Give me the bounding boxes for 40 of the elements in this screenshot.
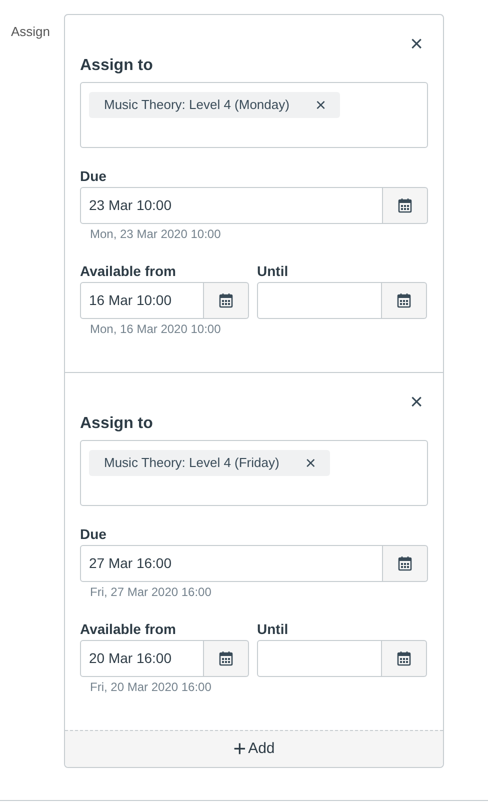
calendar-button[interactable] <box>382 282 427 319</box>
date-input[interactable]: 16 Mar 10:00 <box>80 282 204 319</box>
field-label: Available from <box>80 262 176 280</box>
section-title: Assign to <box>80 414 153 434</box>
field-label: Due <box>80 166 106 186</box>
recipient-tag: Music Theory: Level 4 (Monday) × <box>89 92 340 118</box>
remove-button[interactable]: × <box>305 454 316 472</box>
date-input[interactable]: 20 Mar 16:00 <box>80 640 204 677</box>
calendar-button[interactable] <box>383 187 428 224</box>
date-input[interactable] <box>257 640 382 677</box>
close-button[interactable]: × <box>410 33 423 53</box>
calendar-icon <box>397 293 411 308</box>
calendar-button[interactable] <box>204 640 249 677</box>
date-hint: Mon, 23 Mar 2020 10:00 <box>90 226 221 243</box>
date-hint: Mon, 16 Mar 2020 10:00 <box>90 321 221 338</box>
date-input[interactable]: 27 Mar 16:00 <box>80 545 383 582</box>
field-label: Until <box>257 620 288 638</box>
calendar-button[interactable] <box>382 640 427 677</box>
date-hint: Fri, 20 Mar 2020 16:00 <box>90 679 212 696</box>
recipient-field[interactable]: Music Theory: Level 4 (Monday) × <box>80 82 428 148</box>
calendar-icon <box>398 198 412 213</box>
field-label: Assign <box>11 24 50 39</box>
calendar-button[interactable] <box>204 282 249 319</box>
calendar-button[interactable] <box>383 545 428 582</box>
date-input[interactable] <box>257 282 382 319</box>
section-title: Assign to <box>80 56 153 76</box>
field-label: Until <box>257 262 288 280</box>
add-button[interactable]: +Add <box>65 730 443 767</box>
calendar-icon <box>397 651 411 666</box>
close-button[interactable]: × <box>410 391 423 411</box>
remove-button[interactable]: × <box>315 96 326 114</box>
recipient-tag: Music Theory: Level 4 (Friday) × <box>89 450 330 476</box>
field-label: Available from <box>80 620 176 638</box>
calendar-icon <box>219 293 233 308</box>
recipient-field[interactable]: Music Theory: Level 4 (Friday) × <box>80 440 428 506</box>
date-hint: Fri, 27 Mar 2020 16:00 <box>90 584 212 601</box>
calendar-icon <box>398 556 412 571</box>
date-input[interactable]: 23 Mar 10:00 <box>80 187 383 224</box>
calendar-icon <box>219 651 233 666</box>
field-label: Due <box>80 524 106 544</box>
